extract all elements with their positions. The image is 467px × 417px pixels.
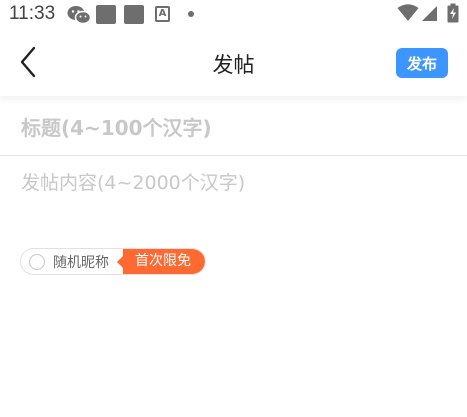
notification-square-icon [96, 5, 116, 24]
a-icon: A [155, 6, 170, 22]
nav-bar: 发帖 发布 [0, 30, 467, 96]
publish-button[interactable]: 发布 [396, 48, 448, 78]
title-input[interactable] [0, 100, 467, 156]
wifi-icon [397, 4, 419, 26]
wechat-icon [67, 5, 92, 29]
status-time: 11:33 [9, 3, 56, 24]
dot-icon [188, 11, 194, 17]
content-input[interactable] [0, 168, 467, 228]
random-nickname-toggle[interactable]: 随机昵称 首次限免 [20, 248, 206, 275]
battery-charging-icon [447, 3, 459, 27]
status-bar: 11:33 A [0, 0, 467, 30]
free-first-time-badge: 首次限免 [117, 249, 205, 274]
notification-square-icon [124, 5, 144, 24]
signal-icon [421, 5, 438, 26]
random-nickname-label: 随机昵称 [53, 254, 109, 271]
radio-circle-icon[interactable] [29, 253, 45, 270]
